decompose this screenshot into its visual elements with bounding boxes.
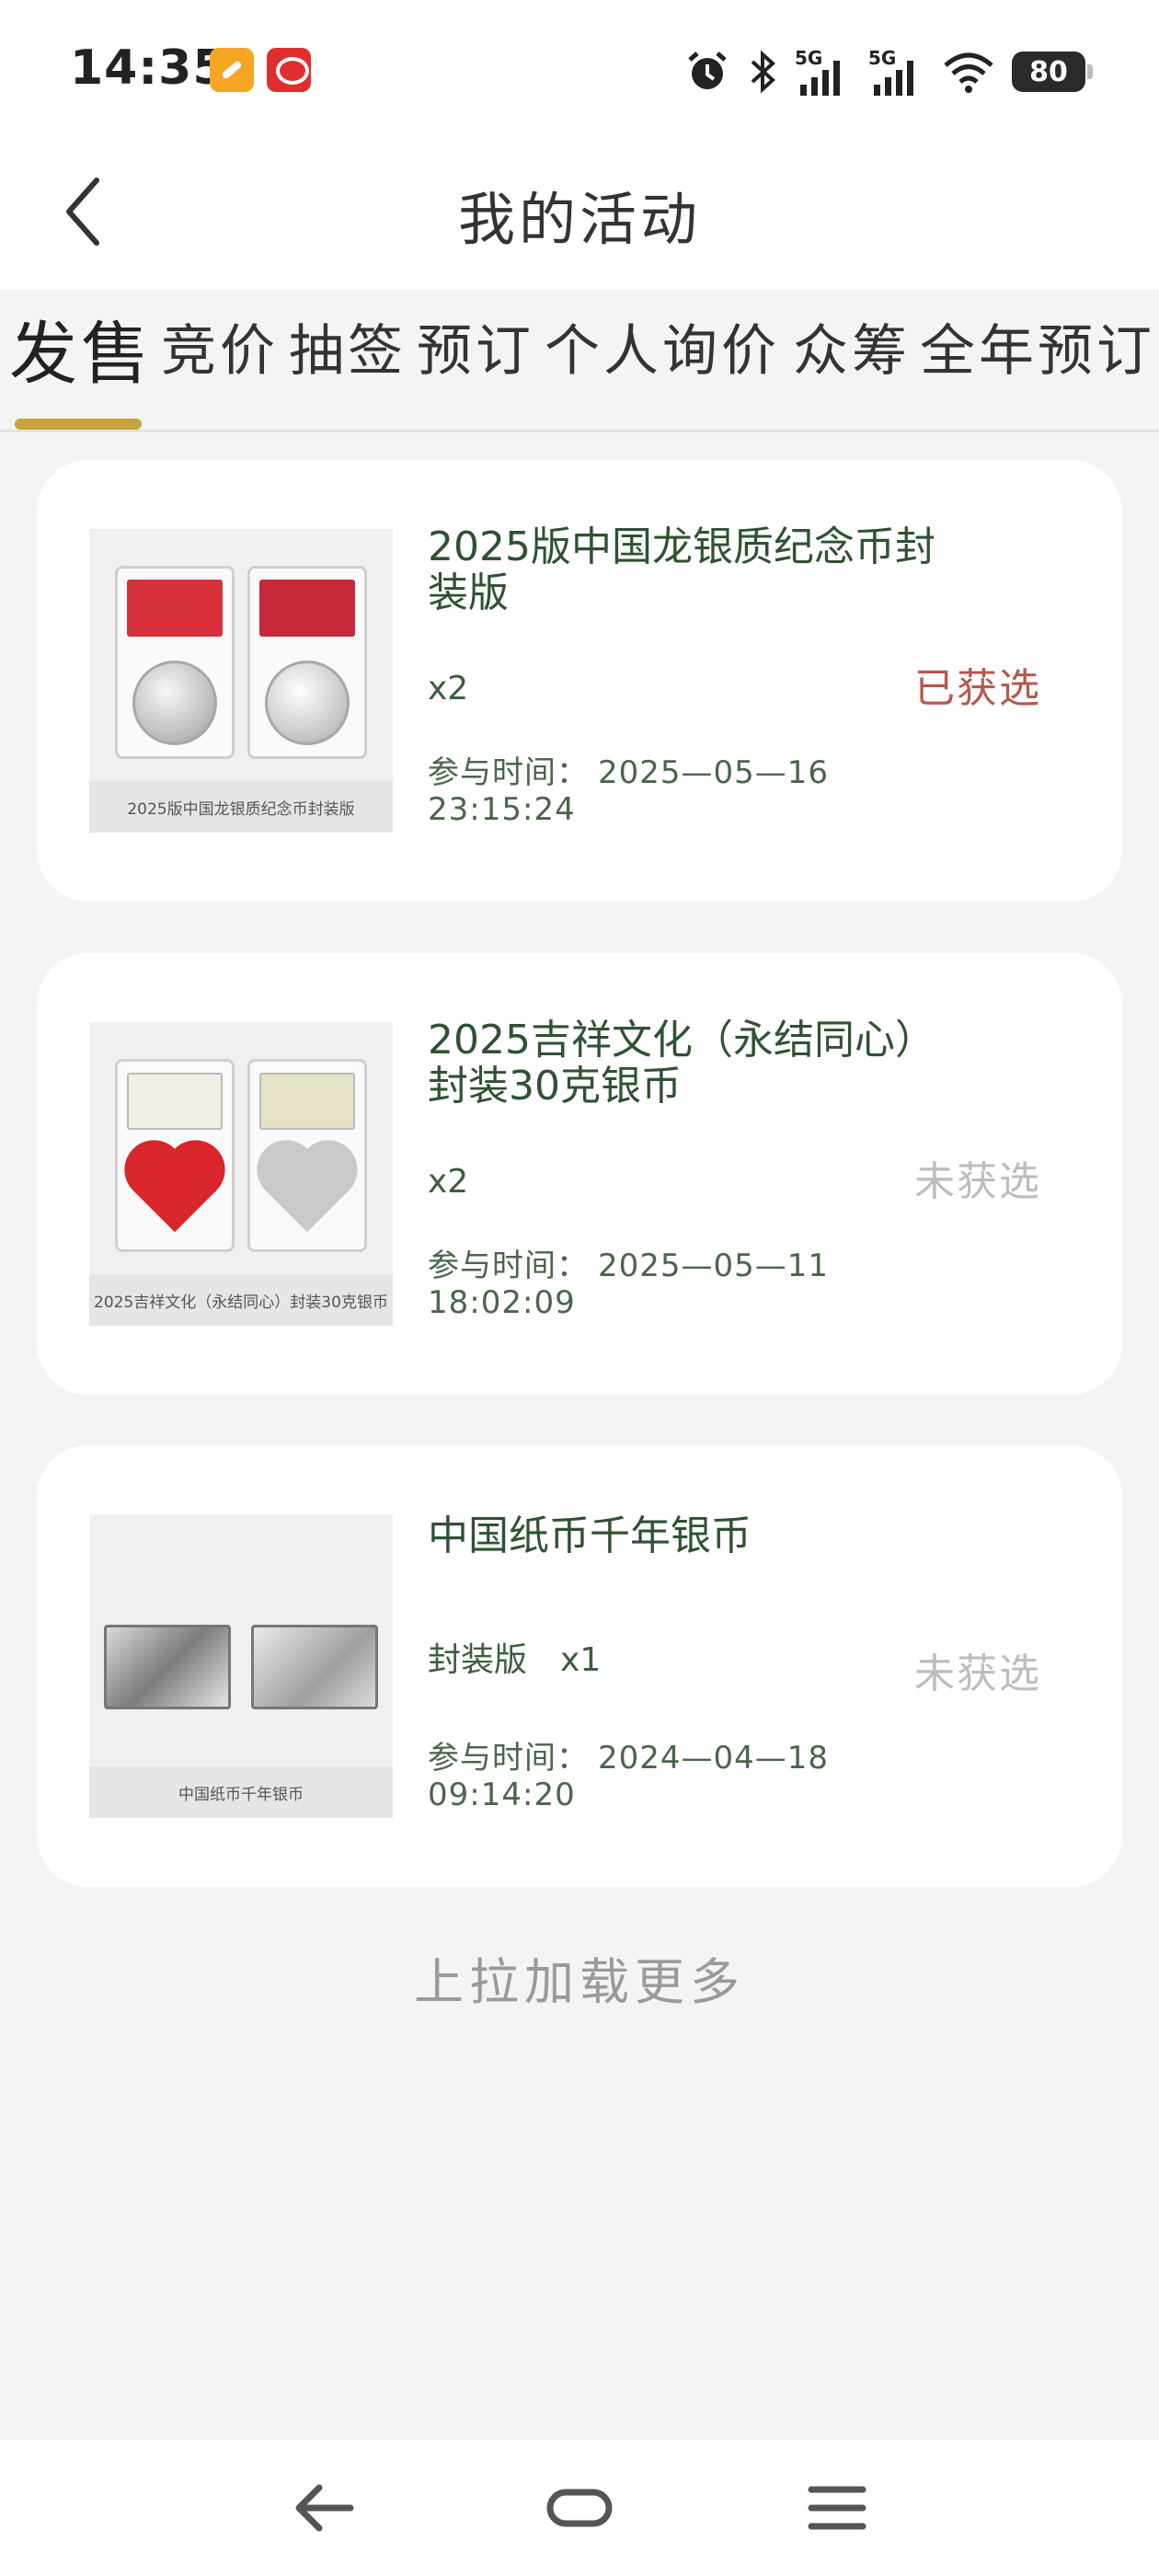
participation-time: 参与时间： 2024—04—18 09:14:20: [428, 1740, 829, 1813]
battery-level: 80: [1029, 55, 1068, 88]
product-image: 2025吉祥文化（永结同心）封装30克银币: [89, 1022, 393, 1326]
activity-card[interactable]: 2025版中国龙银质纪念币封装版 2025版中国龙银质纪念币封装版 x2 参与时…: [37, 460, 1122, 902]
product-quantity: x1: [560, 1641, 602, 1679]
participation-time-label: 参与时间：: [428, 754, 589, 791]
participation-time: 参与时间： 2025—05—16 23:15:24: [428, 754, 829, 828]
page-title: 我的活动: [457, 186, 701, 253]
signal-5g-icon-2: 5G: [868, 47, 913, 96]
status-icons: 5G 5G 80: [684, 46, 1093, 98]
status-badge: 未获选: [914, 1158, 1041, 1205]
product-variant: 封装版: [428, 1641, 528, 1679]
alarm-icon: [688, 52, 727, 89]
product-image-caption: 中国纸币千年银币: [89, 1766, 393, 1818]
status-time: 14:35: [70, 40, 227, 96]
product-title: 2025吉祥文化（永结同心）封装30克银币: [428, 1017, 935, 1110]
signal-5g-icon: 5G: [795, 47, 840, 96]
svg-text:5G: 5G: [795, 47, 822, 69]
system-nav-bar: [0, 2440, 1159, 2576]
tab-sale[interactable]: 发售: [9, 299, 153, 397]
notification-app-icon: [210, 48, 254, 92]
activity-card[interactable]: 中国纸币千年银币 中国纸币千年银币 封装版 x1 参与时间： 2024—04—18 …: [37, 1445, 1122, 1887]
product-image-caption: 2025版中国龙银质纪念币封装版: [89, 781, 393, 833]
coin-slab-back: [247, 1059, 367, 1252]
coin-slab-front: [115, 1059, 235, 1252]
participation-time-label: 参与时间：: [428, 1740, 589, 1777]
product-image: 2025版中国龙银质纪念币封装版: [89, 529, 393, 833]
tab-personal-inquiry[interactable]: 个人询价: [545, 306, 780, 386]
tab-annual-reservation[interactable]: 全年预订: [920, 306, 1155, 386]
product-quantity: x2: [428, 670, 469, 707]
menu-icon: [808, 2486, 866, 2530]
product-quantity: x2: [428, 1163, 469, 1201]
arrow-left-icon: [295, 2484, 354, 2532]
participation-time: 参与时间： 2025—05—11 18:02:09: [428, 1248, 829, 1321]
app-screen: 14:35 5G 5G 80 我的活动 发售 竞价 抽签 预订 个人询价 众筹 …: [0, 0, 1159, 2576]
participation-date: 2024—04—18: [598, 1740, 830, 1777]
product-variant-row: 封装版 x1: [428, 1633, 601, 1681]
tab-bar: 发售 竞价 抽签 预订 个人询价 众筹 全年预订: [0, 290, 1159, 432]
participation-time-label: 参与时间：: [428, 1248, 589, 1284]
tab-crowdfunding[interactable]: 众筹: [793, 306, 911, 386]
coin-slab-back: [247, 566, 367, 759]
home-pill-icon: [546, 2489, 613, 2527]
status-badge: 未获选: [914, 1650, 1041, 1697]
product-image-caption: 2025吉祥文化（永结同心）封装30克银币: [89, 1274, 393, 1326]
status-bar: 14:35 5G 5G 80: [0, 0, 1159, 138]
rect-coin-front: [104, 1625, 231, 1709]
bluetooth-icon: [751, 50, 775, 94]
product-image: 中国纸币千年银币: [89, 1514, 393, 1818]
rect-coin-back: [251, 1625, 378, 1709]
tab-reservation[interactable]: 预订: [417, 306, 534, 386]
header: 我的活动: [0, 138, 1159, 290]
coin-slab-front: [115, 566, 235, 759]
activity-card[interactable]: 2025吉祥文化（永结同心）封装30克银币 2025吉祥文化（永结同心）封装30…: [37, 953, 1122, 1395]
participation-clock: 18:02:09: [428, 1284, 576, 1321]
participation-date: 2025—05—11: [598, 1248, 830, 1284]
nav-home-button[interactable]: [543, 2471, 616, 2545]
active-tab-indicator: [15, 419, 142, 430]
notification-app-icon-2: [267, 48, 311, 92]
load-more-hint: 上拉加载更多: [414, 1953, 745, 2011]
status-badge: 已获选: [914, 665, 1041, 712]
tab-lottery[interactable]: 抽签: [289, 306, 407, 386]
battery-icon: 80: [1012, 52, 1093, 92]
product-title: 中国纸币千年银币: [428, 1512, 752, 1559]
participation-clock: 09:14:20: [428, 1777, 576, 1813]
wifi-icon: [944, 52, 993, 93]
nav-back-button[interactable]: [287, 2471, 361, 2545]
participation-date: 2025—05—16: [598, 754, 830, 791]
nav-menu-button[interactable]: [800, 2471, 874, 2545]
svg-text:5G: 5G: [868, 47, 896, 69]
tab-bidding[interactable]: 竞价: [161, 306, 279, 386]
participation-clock: 23:15:24: [428, 791, 576, 828]
product-title: 2025版中国龙银质纪念币封装版: [428, 523, 935, 616]
